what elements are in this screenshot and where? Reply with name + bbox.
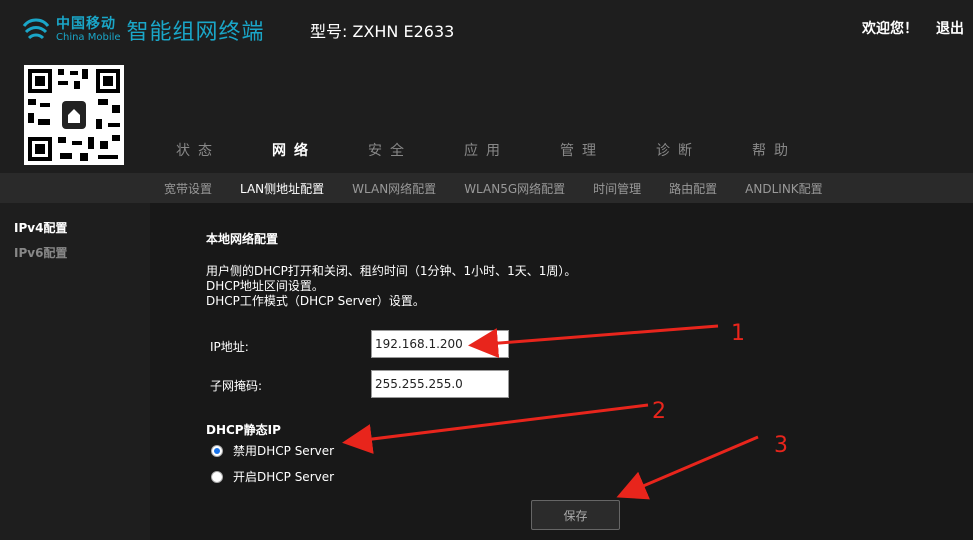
sidebar-item-ipv4[interactable]: IPv4配置 xyxy=(14,219,67,236)
logout-link[interactable]: 退出 xyxy=(936,18,964,38)
brand-en: China Mobile xyxy=(56,32,121,43)
subnav-time[interactable]: 时间管理 xyxy=(593,180,641,197)
enable-dhcp-label: 开启DHCP Server xyxy=(233,470,335,484)
nav-network[interactable]: 网络 xyxy=(246,140,342,160)
product-name: 智能组网终端 xyxy=(126,20,265,45)
subnav-broadband[interactable]: 宽带设置 xyxy=(164,180,212,197)
disable-dhcp-option[interactable]: 禁用DHCP Server xyxy=(211,442,334,459)
nav-help[interactable]: 帮助 xyxy=(726,140,822,160)
enable-dhcp-radio[interactable] xyxy=(211,470,223,483)
section-title: 本地网络配置 xyxy=(206,232,279,246)
dhcp-static-ip-title: DHCP静态IP xyxy=(206,423,281,437)
subnav-andlink[interactable]: ANDLINK配置 xyxy=(745,180,823,197)
save-button[interactable]: 保存 xyxy=(531,500,620,530)
brand-cn: 中国移动 xyxy=(56,16,116,32)
ip-address-input[interactable] xyxy=(371,330,509,358)
qr-code-icon xyxy=(28,69,120,161)
subnav-lan-address[interactable]: LAN侧地址配置 xyxy=(240,180,324,197)
china-mobile-logo: 中国移动 China Mobile 智能组网终端 xyxy=(20,14,265,46)
content-panel: 本地网络配置 用户侧的DHCP打开和关闭、租约时间（1分钟、1小时、1天、1周）… xyxy=(150,203,973,540)
nav-application[interactable]: 应用 xyxy=(438,140,534,160)
description-line-3: DHCP工作模式（DHCP Server）设置。 xyxy=(206,294,425,308)
subnet-mask-input[interactable] xyxy=(371,370,509,398)
model-label: 型号: ZXHN E2633 xyxy=(310,22,455,41)
nav-security[interactable]: 安全 xyxy=(342,140,438,160)
sidebar: IPv4配置 IPv6配置 xyxy=(0,203,150,540)
welcome-text: 欢迎您！ xyxy=(862,21,918,37)
nav-status[interactable]: 状态 xyxy=(150,140,246,160)
sub-nav: 宽带设置 LAN侧地址配置 WLAN网络配置 WLAN5G网络配置 时间管理 路… xyxy=(0,173,973,203)
subnav-wlan[interactable]: WLAN网络配置 xyxy=(352,180,436,197)
qr-code-image xyxy=(24,65,124,165)
main-nav: 状态 网络 安全 应用 管理 诊断 帮助 xyxy=(150,140,822,160)
header: 中国移动 China Mobile 智能组网终端 型号: ZXHN E2633 … xyxy=(0,0,973,180)
nav-diagnosis[interactable]: 诊断 xyxy=(630,140,726,160)
sidebar-item-ipv6[interactable]: IPv6配置 xyxy=(14,244,67,261)
disable-dhcp-label: 禁用DHCP Server xyxy=(233,444,335,458)
subnav-route[interactable]: 路由配置 xyxy=(669,180,717,197)
ip-address-label: IP地址: xyxy=(210,340,249,354)
china-mobile-logo-icon xyxy=(20,14,52,46)
enable-dhcp-option[interactable]: 开启DHCP Server xyxy=(211,468,334,485)
subnet-mask-label: 子网掩码: xyxy=(210,379,263,393)
nav-management[interactable]: 管理 xyxy=(534,140,630,160)
subnav-wlan5g[interactable]: WLAN5G网络配置 xyxy=(464,180,565,197)
disable-dhcp-radio[interactable] xyxy=(211,444,223,457)
